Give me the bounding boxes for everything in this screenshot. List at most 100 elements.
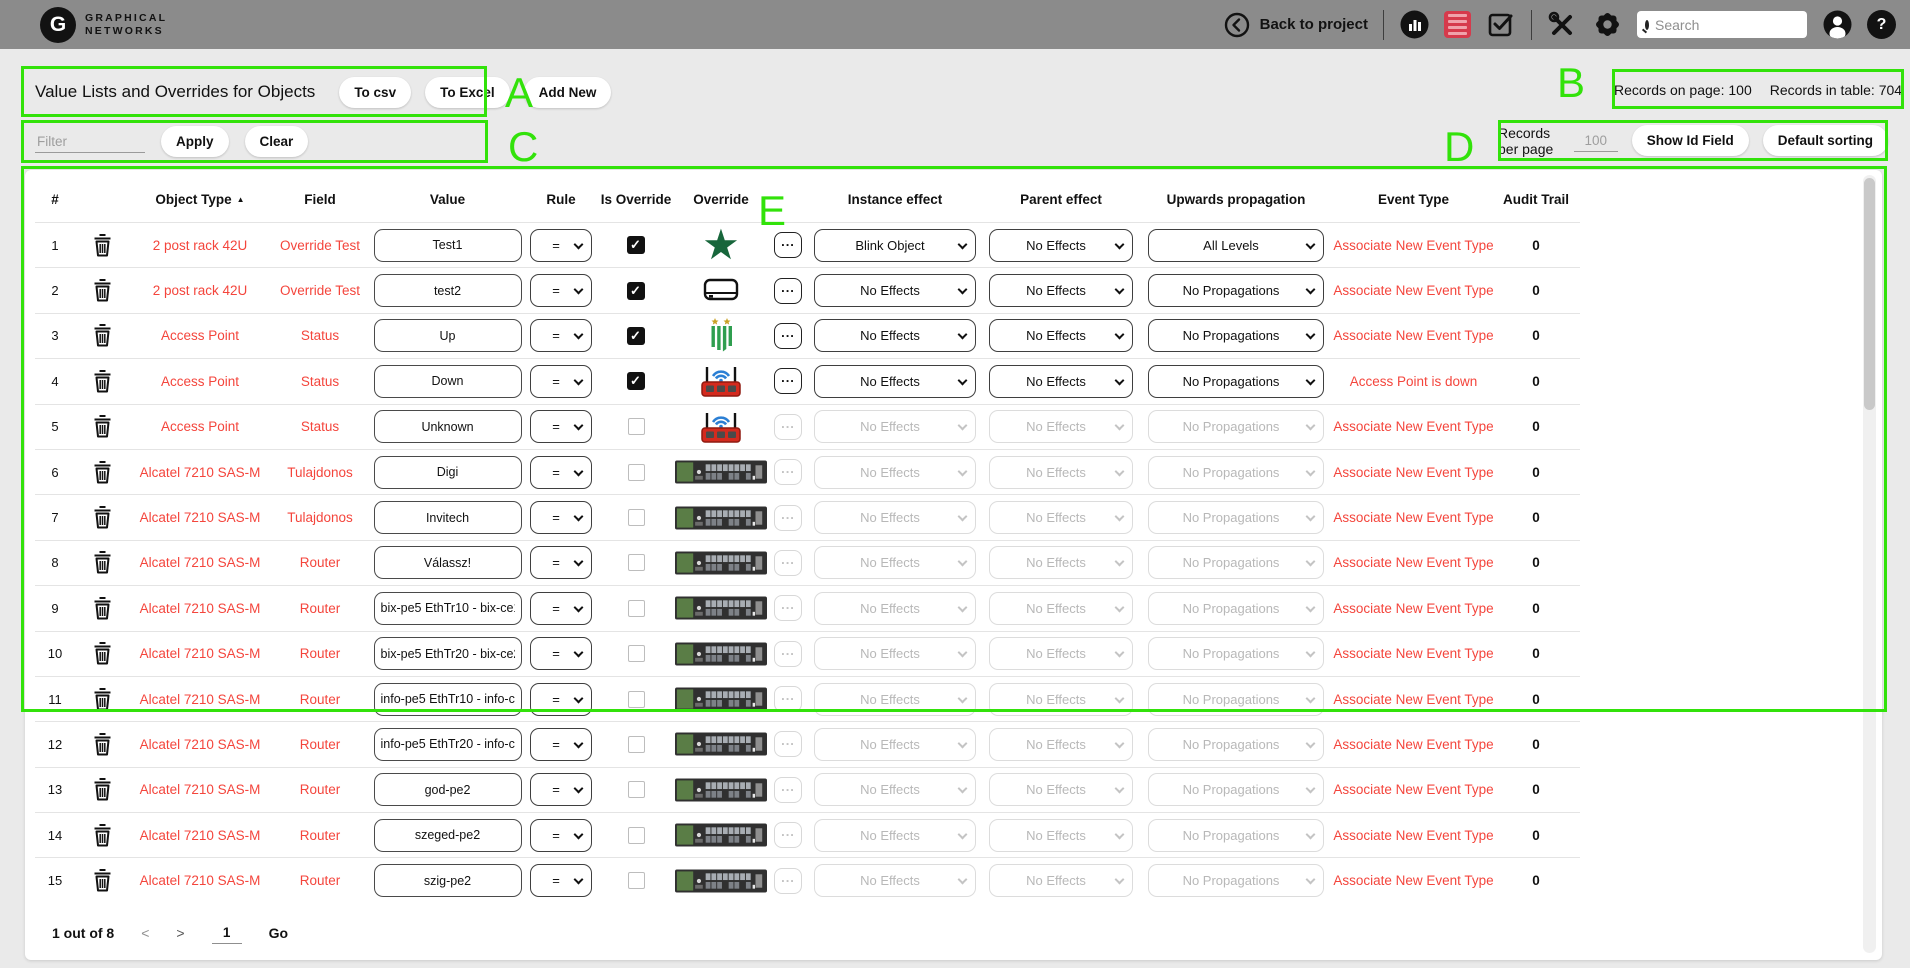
field-link[interactable]: Status (301, 328, 339, 343)
scrollbar-thumb[interactable] (1864, 178, 1875, 410)
parent-effect-select[interactable]: No Effects (989, 864, 1133, 897)
event-type-link[interactable]: Associate New Event Type (1333, 465, 1493, 480)
event-type-link[interactable]: Associate New Event Type (1333, 555, 1493, 570)
delete-row-button[interactable] (75, 278, 130, 303)
event-type-link[interactable]: Associate New Event Type (1333, 782, 1493, 797)
is-override-checkbox[interactable] (628, 645, 645, 662)
bar-chart-icon[interactable] (1399, 10, 1429, 40)
field-link[interactable]: Override Test (280, 283, 360, 298)
is-override-checkbox[interactable] (628, 418, 645, 435)
instance-effect-select[interactable]: No Effects (814, 456, 976, 489)
event-type-link[interactable]: Associate New Event Type (1333, 601, 1493, 616)
apply-button[interactable]: Apply (161, 126, 229, 157)
value-input[interactable] (374, 319, 522, 352)
rule-select[interactable]: = (530, 546, 592, 579)
upwards-propagation-select[interactable]: No Propagations (1148, 319, 1324, 352)
rule-select[interactable]: = (530, 456, 592, 489)
more-options-button[interactable]: ... (774, 641, 802, 667)
value-input[interactable] (374, 773, 522, 806)
to-csv-button[interactable]: To csv (339, 77, 411, 108)
upwards-propagation-select[interactable]: No Propagations (1148, 864, 1324, 897)
event-type-link[interactable]: Access Point is down (1350, 374, 1478, 389)
is-override-checkbox[interactable] (627, 372, 645, 390)
field-link[interactable]: Router (300, 737, 341, 752)
field-link[interactable]: Status (301, 419, 339, 434)
delete-row-button[interactable] (75, 777, 130, 802)
is-override-checkbox[interactable] (628, 691, 645, 708)
more-options-button[interactable]: ... (774, 505, 802, 531)
more-options-button[interactable]: ... (774, 459, 802, 485)
upwards-propagation-select[interactable]: No Propagations (1148, 501, 1324, 534)
prev-page-button[interactable]: < (141, 925, 149, 941)
field-link[interactable]: Status (301, 374, 339, 389)
more-options-button[interactable]: ... (774, 822, 802, 848)
upwards-propagation-select[interactable]: All Levels (1148, 229, 1324, 262)
value-input[interactable] (374, 456, 522, 489)
value-input[interactable] (374, 819, 522, 852)
is-override-checkbox[interactable] (628, 600, 645, 617)
delete-row-button[interactable] (75, 414, 130, 439)
value-input[interactable] (374, 365, 522, 398)
col-header-object-type[interactable]: Object Type▲ (130, 186, 270, 207)
upwards-propagation-select[interactable]: No Propagations (1148, 683, 1324, 716)
upwards-propagation-select[interactable]: No Propagations (1148, 819, 1324, 852)
delete-row-button[interactable] (75, 233, 130, 258)
search-input[interactable] (1655, 17, 1836, 33)
object-type-link[interactable]: Access Point (161, 328, 239, 343)
more-options-button[interactable]: ... (774, 595, 802, 621)
event-type-link[interactable]: Associate New Event Type (1333, 737, 1493, 752)
col-header-event-type[interactable]: Event Type (1331, 186, 1496, 207)
is-override-checkbox[interactable] (627, 327, 645, 345)
parent-effect-select[interactable]: No Effects (989, 365, 1133, 398)
parent-effect-select[interactable]: No Effects (989, 410, 1133, 443)
is-override-checkbox[interactable] (628, 509, 645, 526)
clear-button[interactable]: Clear (245, 126, 309, 157)
col-header-field[interactable]: Field (270, 186, 370, 207)
is-override-checkbox[interactable] (627, 282, 645, 300)
is-override-checkbox[interactable] (628, 736, 645, 753)
parent-effect-select[interactable]: No Effects (989, 501, 1133, 534)
instance-effect-select[interactable]: No Effects (814, 728, 976, 761)
parent-effect-select[interactable]: No Effects (989, 683, 1133, 716)
rule-select[interactable]: = (530, 274, 592, 307)
delete-row-button[interactable] (75, 868, 130, 893)
filter-input[interactable] (35, 131, 145, 153)
back-to-project-button[interactable]: Back to project (1222, 10, 1368, 40)
parent-effect-select[interactable]: No Effects (989, 274, 1133, 307)
upwards-propagation-select[interactable]: No Propagations (1148, 274, 1324, 307)
rule-select[interactable]: = (530, 229, 592, 262)
upwards-propagation-select[interactable]: No Propagations (1148, 410, 1324, 443)
help-icon[interactable]: ? (1867, 10, 1896, 39)
object-type-link[interactable]: 2 post rack 42U (153, 238, 248, 253)
col-header-value[interactable]: Value (370, 186, 525, 207)
event-type-link[interactable]: Associate New Event Type (1333, 510, 1493, 525)
field-link[interactable]: Router (300, 646, 341, 661)
parent-effect-select[interactable]: No Effects (989, 456, 1133, 489)
instance-effect-select[interactable]: No Effects (814, 864, 976, 897)
instance-effect-select[interactable]: No Effects (814, 546, 976, 579)
delete-row-button[interactable] (75, 505, 130, 530)
value-input[interactable] (374, 864, 522, 897)
parent-effect-select[interactable]: No Effects (989, 819, 1133, 852)
next-page-button[interactable]: > (176, 925, 184, 941)
is-override-checkbox[interactable] (627, 236, 645, 254)
to-excel-button[interactable]: To Excel (425, 77, 510, 108)
instance-effect-select[interactable]: No Effects (814, 501, 976, 534)
value-input[interactable] (374, 274, 522, 307)
object-type-link[interactable]: Alcatel 7210 SAS-M (140, 646, 261, 661)
field-link[interactable]: Router (300, 692, 341, 707)
is-override-checkbox[interactable] (628, 464, 645, 481)
event-type-link[interactable]: Associate New Event Type (1333, 283, 1493, 298)
col-header-override[interactable]: Override (675, 186, 767, 207)
instance-effect-select[interactable]: No Effects (814, 319, 976, 352)
value-input[interactable] (374, 637, 522, 670)
rule-select[interactable]: = (530, 728, 592, 761)
rule-select[interactable]: = (530, 410, 592, 443)
parent-effect-select[interactable]: No Effects (989, 319, 1133, 352)
rule-select[interactable]: = (530, 592, 592, 625)
upwards-propagation-select[interactable]: No Propagations (1148, 592, 1324, 625)
object-type-link[interactable]: Alcatel 7210 SAS-M (140, 873, 261, 888)
parent-effect-select[interactable]: No Effects (989, 546, 1133, 579)
field-link[interactable]: Tulajdonos (287, 510, 353, 525)
more-options-button[interactable]: ... (774, 868, 802, 894)
